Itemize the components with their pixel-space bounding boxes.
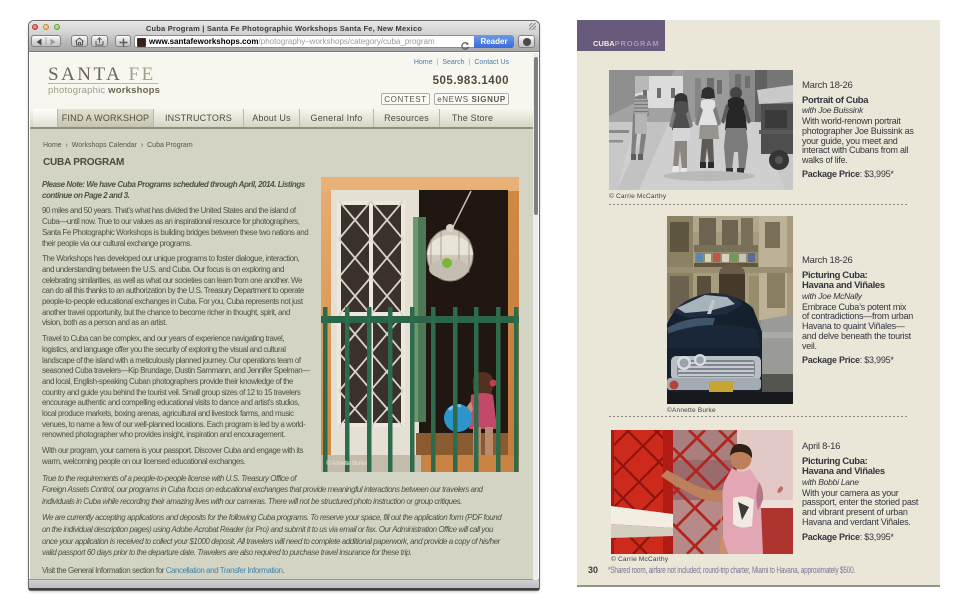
- svg-text:© Annette Burke: © Annette Burke: [326, 459, 368, 467]
